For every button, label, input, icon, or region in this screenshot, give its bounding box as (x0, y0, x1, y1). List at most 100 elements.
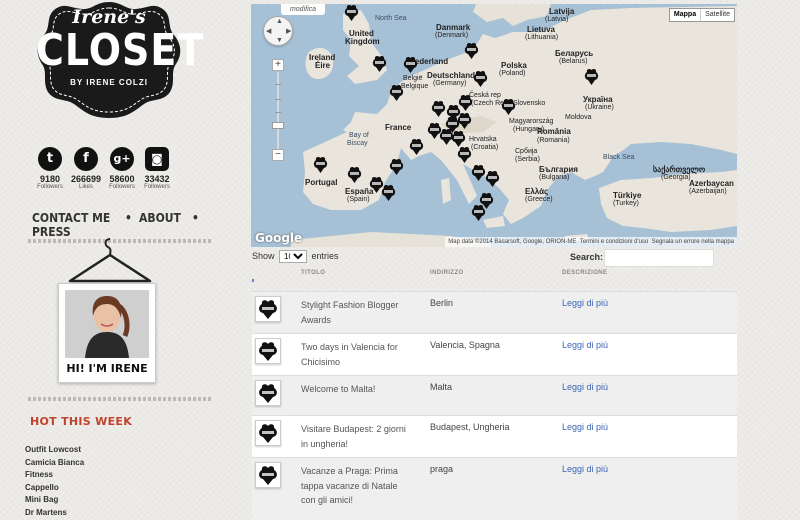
map-marker[interactable] (403, 56, 418, 73)
table-row: Visitare Budapest: 2 giorni in ungheria!… (252, 415, 737, 457)
map-label-romania: România (537, 127, 571, 136)
social-facebook[interactable]: f 266699 Likes (66, 147, 106, 190)
map-marker[interactable] (451, 130, 466, 147)
google-plus-icon[interactable]: g+ (110, 147, 134, 171)
social-count: 9180 (39, 174, 61, 184)
map-land-shapes (291, 4, 737, 247)
map-marker[interactable] (458, 94, 473, 111)
map-label-georgia: საქართველო (653, 165, 706, 174)
zoom-tick (275, 112, 281, 113)
social-label: Likes (78, 184, 93, 190)
map-marker[interactable] (344, 4, 359, 21)
map-marker[interactable] (381, 184, 396, 201)
hot-item-link[interactable]: Outfit Lowcost (25, 444, 84, 457)
read-more-link[interactable]: Leggi di più (562, 340, 608, 350)
map-terms-link[interactable]: Termini e condizioni d'uso (580, 239, 649, 245)
hot-this-week-list: Outfit Lowcost Camicia Bianca Fitness Ca… (25, 444, 84, 520)
hot-item-link[interactable]: Mini Bag (25, 494, 84, 507)
map-marker[interactable] (409, 138, 424, 155)
read-more-link[interactable]: Leggi di più (562, 382, 608, 392)
map-marker[interactable] (457, 146, 472, 163)
pan-right-icon[interactable]: ▶ (286, 27, 291, 35)
social-instagram[interactable]: ◙ 33432 Followers (137, 147, 177, 190)
hot-item-link[interactable]: Camicia Bianca (25, 457, 84, 470)
profile-photo (65, 290, 149, 358)
row-address: praga (430, 464, 454, 474)
map-marker[interactable] (347, 166, 362, 183)
map-marker[interactable] (389, 84, 404, 101)
row-title: Vacanze a Praga: Prima tappa vacanze di … (301, 466, 398, 505)
page-length-select[interactable]: 10 (279, 250, 308, 263)
site-logo[interactable]: Irene's CLOSET BY IRENE COLZI (36, 0, 203, 120)
map-marker[interactable] (501, 98, 516, 115)
zoom-out-button[interactable]: − (272, 149, 284, 161)
map-edit-tab[interactable]: modifica (281, 4, 325, 15)
map-marker[interactable] (372, 55, 387, 72)
map-marker[interactable] (457, 112, 472, 129)
nav-contact-link[interactable]: CONTACT ME (32, 211, 110, 225)
read-more-link[interactable]: Leggi di più (562, 464, 608, 474)
hot-this-week-heading: HOT THIS WEEK (30, 415, 133, 428)
row-title: Two days in Valencia for Chicisimo (301, 342, 398, 367)
map-label-black-sea: Black Sea (603, 154, 635, 161)
read-more-link[interactable]: Leggi di più (562, 298, 608, 308)
table-row: Stylight Fashion Blogger Awards Berlin L… (252, 291, 737, 333)
column-header-indirizzo[interactable]: INDIRIZZO (430, 270, 464, 276)
sort-indicator-icon[interactable] (252, 279, 255, 282)
social-google-plus[interactable]: g+ 58600 Followers (102, 147, 142, 190)
google-logo[interactable]: Google (255, 231, 302, 245)
hot-item-link[interactable]: Fitness (25, 469, 84, 482)
map-label-bay-2: Biscay (347, 140, 368, 147)
map-label-moldova: Moldova (565, 114, 592, 121)
map-marker[interactable] (471, 204, 486, 221)
zoom-slider-handle[interactable] (272, 122, 284, 129)
map-label-belgium: België (403, 75, 423, 82)
facebook-icon[interactable]: f (74, 147, 98, 171)
read-more-link[interactable]: Leggi di più (562, 422, 608, 432)
person-avatar-icon (65, 290, 149, 358)
social-count: 58600 (109, 174, 135, 184)
row-title: Stylight Fashion Blogger Awards (301, 300, 399, 325)
map-marker[interactable] (584, 68, 599, 85)
map-pan-control[interactable]: ▲ ▼ ◀ ▶ (263, 16, 293, 46)
hot-item-link[interactable]: Cappello (25, 482, 84, 495)
map-label-denmark-2: (Denmark) (435, 32, 469, 39)
row-thumbnail[interactable] (255, 296, 281, 322)
map-marker[interactable] (464, 42, 479, 59)
row-thumbnail[interactable] (255, 462, 281, 488)
pan-left-icon[interactable]: ◀ (266, 27, 271, 35)
table-row: Vacanze a Praga: Prima tappa vacanze di … (252, 457, 737, 520)
map-marker[interactable] (431, 100, 446, 117)
map-type-map-button[interactable]: Mappa (670, 9, 702, 21)
row-thumbnail[interactable] (255, 420, 281, 446)
search-input[interactable] (604, 249, 714, 267)
row-thumbnail[interactable] (255, 338, 281, 364)
closet-logo-icon (259, 466, 277, 485)
map-marker[interactable] (389, 158, 404, 175)
social-label: Followers (144, 184, 170, 190)
row-thumbnail[interactable] (255, 380, 281, 406)
instagram-icon[interactable]: ◙ (145, 147, 169, 171)
column-header-titolo[interactable]: TITOLO (301, 270, 325, 276)
page-length-control: Show 10 entries (252, 250, 339, 263)
zoom-in-button[interactable]: + (272, 59, 284, 71)
map-type-satellite-button[interactable]: Satellite (701, 9, 734, 21)
profile-card[interactable]: HI! I'M IRENE (58, 283, 156, 383)
row-title: Visitare Budapest: 2 giorni in ungheria! (301, 424, 406, 449)
map-report-link[interactable]: Segnala un errore nella mappa (652, 239, 734, 245)
map-attribution: Map data ©2014 Basarsoft, Google, ORION-… (445, 237, 737, 247)
pan-up-icon[interactable]: ▲ (276, 18, 283, 25)
map-marker[interactable] (471, 164, 486, 181)
row-address: Malta (430, 382, 453, 392)
hot-item-link[interactable]: Dr Martens (25, 507, 84, 520)
europe-map[interactable]: North Sea United Kingdom Ireland Éire Ba… (251, 4, 737, 247)
column-header-descrizione[interactable]: DESCRIZIONE (562, 270, 607, 276)
pan-down-icon[interactable]: ▼ (276, 37, 283, 44)
map-data-credit: Map data ©2014 Basarsoft, Google, ORION-… (448, 239, 577, 245)
social-twitter[interactable]: t 9180 Followers (30, 147, 70, 190)
twitter-icon[interactable]: t (38, 147, 62, 171)
nav-about-link[interactable]: ABOUT (139, 211, 181, 225)
map-marker[interactable] (473, 70, 488, 87)
map-marker[interactable] (313, 156, 328, 173)
map-marker[interactable] (485, 170, 500, 187)
